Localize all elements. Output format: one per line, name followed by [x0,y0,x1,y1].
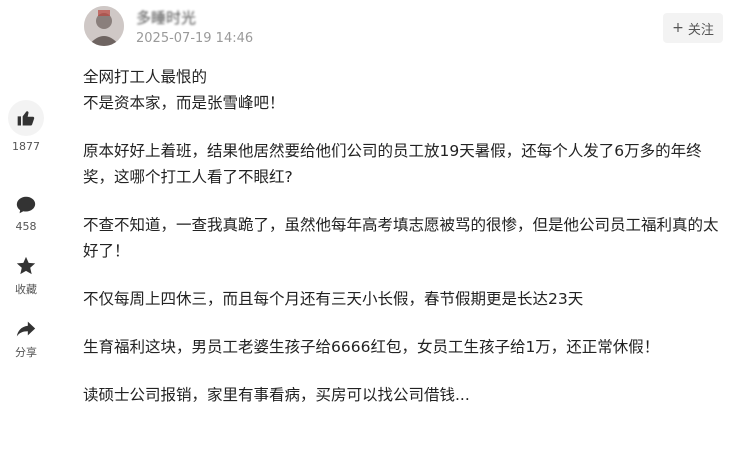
share-label: 分享 [15,346,37,359]
favorite-label: 收藏 [15,283,37,296]
paragraph-intro: 全网打工人最恨的 不是资本家，而是张雪峰吧！ [83,64,723,116]
paragraph-3: 不查不知道，一查我真跪了，虽然他每年高考填志愿被骂的很惨，但是他公司员工福利真的… [83,216,719,260]
comment-button[interactable]: 458 [0,194,52,233]
paragraph-2: 原本好好上着班，结果他居然要给他们公司的员工放19天暑假，还每个人发了6万多的年… [83,142,702,186]
author-avatar[interactable] [84,6,124,46]
favorite-button[interactable]: 收藏 [0,255,52,297]
like-count: 1877 [12,140,40,153]
star-icon [16,256,36,275]
avatar-image [84,6,124,46]
article-body: 全网打工人最恨的 不是资本家，而是张雪峰吧！ 原本好好上着班，结果他居然要给他们… [83,64,723,408]
follow-button[interactable]: + 关注 [663,13,723,43]
paragraph-5: 生育福利这块，男员工老婆生孩子给6666红包，女员工生孩子给1万，还正常休假！ [83,338,660,356]
follow-label: 关注 [687,22,714,38]
post-date: 2025-07-19 14:46 [136,31,254,46]
post-header: 多睡时光 2025-07-19 14:46 + 关注 [0,0,750,60]
plus-icon: + [672,20,684,36]
paragraph-4: 不仅每周上四休三，而且每个月还有三天小长假，春节假期更是长达23天 [83,290,584,308]
like-button[interactable]: 1877 [0,100,52,153]
author-name[interactable]: 多睡时光 [136,7,196,28]
comment-icon [16,196,36,214]
share-icon [16,321,36,337]
intro-line-1: 全网打工人最恨的 [83,68,208,86]
comment-count: 458 [15,220,37,233]
intro-line-2: 不是资本家，而是张雪峰吧！ [83,94,285,112]
share-button[interactable]: 分享 [0,318,52,360]
thumbs-up-icon [17,111,35,126]
paragraph-6: 读硕士公司报销，家里有事看病，买房可以找公司借钱... [83,386,470,404]
action-sidebar: 1877 458 收藏 分享 [0,100,52,460]
like-circle [8,100,44,136]
